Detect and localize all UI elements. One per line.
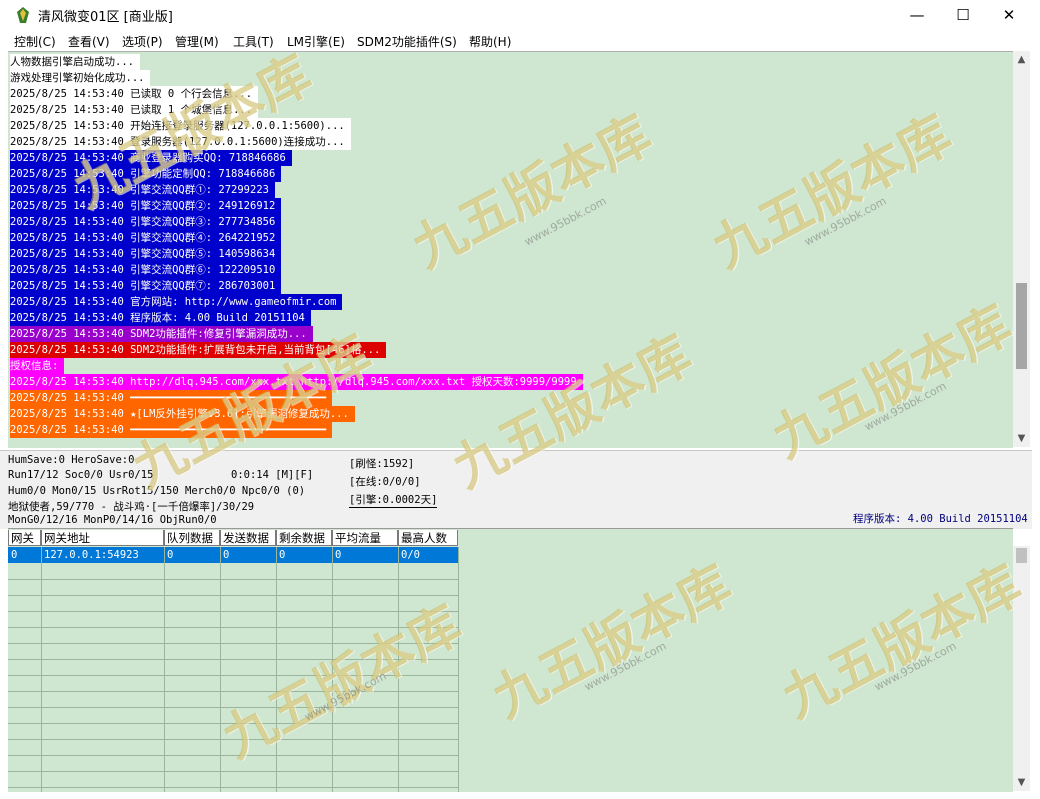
menu-control[interactable]: 控制(C): [14, 33, 56, 50]
grid-line: [8, 579, 458, 580]
log-line: 2025/8/25 14:53:40 ━━━━━━━━━━━━━━━━━━━━━…: [10, 390, 333, 406]
status-online: [在线:0/0/0]: [349, 476, 421, 488]
maximize-button[interactable]: ☐: [940, 0, 986, 30]
scroll-up-arrow-icon[interactable]: ▲: [1013, 51, 1030, 68]
log-line: 2025/8/25 14:53:40 ★[LM反外挂引擎v3.6]:引擎漏洞修复…: [10, 406, 355, 422]
status-map: 地狱使者,59/770 - 战斗鸡·[一千倍爆率]/30/29: [8, 501, 255, 513]
grid-line: [276, 547, 277, 792]
log-line: 2025/8/25 14:53:40 官方网站: http://www.game…: [10, 294, 343, 310]
grid-line: [458, 547, 459, 792]
grid-line: [164, 547, 165, 792]
window-title: 清风微变01区 [商业版]: [38, 10, 173, 25]
status-panel: HumSave:0 HeroSave:0 Run17/12 Soc0/0 Usr…: [0, 450, 1032, 529]
grid-header-remaining[interactable]: 剩余数据: [276, 530, 332, 546]
grid-line: [8, 707, 458, 708]
grid-line: [41, 547, 42, 792]
grid-cell-queue: 0: [167, 549, 174, 561]
menu-view[interactable]: 查看(V): [68, 33, 110, 50]
grid-cell-avg-traffic: 0: [335, 549, 342, 561]
grid-cell-address: 127.0.0.1:54923: [44, 549, 139, 561]
grid-line: [8, 755, 458, 756]
menu-tools[interactable]: 工具(T): [233, 33, 274, 50]
log-line: 2025/8/25 14:53:40 引擎交流QQ群⑦: 286703001: [10, 278, 282, 294]
grid-line: [398, 547, 399, 792]
grid-header-queue[interactable]: 队列数据: [164, 530, 220, 546]
scroll-down-arrow-icon[interactable]: ▼: [1013, 430, 1030, 447]
app-icon: [17, 7, 29, 23]
status-run: Run17/12 Soc0/0 Usr0/15: [8, 469, 154, 481]
log-line: 2025/8/25 14:53:40 SDM2功能插件:修复引擎漏洞成功...: [10, 326, 313, 342]
grid-scroll-thumb[interactable]: [1016, 548, 1027, 563]
grid-cell-sent: 0: [223, 549, 230, 561]
log-line: 2025/8/25 14:53:40 程序版本: 4.00 Build 2015…: [10, 310, 311, 326]
log-line: 2025/8/25 14:53:40 引擎交流QQ群④: 264221952: [10, 230, 282, 246]
menu-bar: 控制(C) 查看(V) 选项(P) 管理(M) 工具(T) LM引擎(E) SD…: [0, 30, 1040, 51]
grid-line: [8, 787, 458, 788]
grid-cell-gateway: 0: [11, 549, 18, 561]
log-line: 2025/8/25 14:53:40 引擎交流QQ群①: 27299223: [10, 182, 275, 198]
log-line: 人物数据引擎启动成功...: [10, 54, 140, 70]
log-line: 2025/8/25 14:53:40 登录服务器(127.0.0.1:5600)…: [10, 134, 351, 150]
grid-line: [8, 659, 458, 660]
log-line: 2025/8/25 14:53:40 引擎交流QQ群②: 249126912: [10, 198, 282, 214]
status-uptime: 0:0:14 [M][F]: [231, 469, 314, 481]
log-line: 2025/8/25 14:53:40 开始连接登录服务器(127.0.0.1:5…: [10, 118, 351, 134]
log-line: 2025/8/25 14:53:40 商业登录器购买QQ: 718846686: [10, 150, 292, 166]
status-save: HumSave:0 HeroSave:0: [8, 454, 135, 466]
log-line: 游戏处理引擎初始化成功...: [10, 70, 151, 86]
log-line: 2025/8/25 14:53:40 引擎交流QQ群③: 277734856: [10, 214, 282, 230]
status-mon: MonG0/12/16 MonP0/14/16 ObjRun0/0: [8, 514, 217, 526]
grid-line: [8, 643, 458, 644]
grid-line: [8, 627, 458, 628]
grid-header-avg-traffic[interactable]: 平均流量: [332, 530, 398, 546]
log-line: 2025/8/25 14:53:40 引擎交流QQ群⑥: 122209510: [10, 262, 282, 278]
log-line: 2025/8/25 14:53:40 已读取 1 个城堡信息...: [10, 102, 259, 118]
log-line: 授权信息:: [10, 358, 65, 374]
grid-line: [8, 675, 458, 676]
scroll-down-arrow-icon[interactable]: ▼: [1013, 774, 1030, 791]
grid-header-max-users[interactable]: 最高人数: [398, 530, 458, 546]
grid-header-gateway[interactable]: 网关: [8, 530, 41, 546]
minimize-button[interactable]: —: [894, 0, 940, 30]
status-hum: Hum0/0 Mon0/15 UsrRot15/150 Merch0/0 Npc…: [8, 485, 306, 497]
close-button[interactable]: ✕: [986, 0, 1032, 30]
grid-line: [220, 547, 221, 792]
grid-cell-max-users: 0/0: [401, 549, 420, 561]
grid-header-sent[interactable]: 发送数据: [220, 530, 276, 546]
grid-line: [332, 547, 333, 792]
grid-header-address[interactable]: 网关地址: [41, 530, 164, 546]
log-line: 2025/8/25 14:53:40 引擎功能定制QQ: 718846686: [10, 166, 282, 182]
grid-line: [8, 739, 458, 740]
grid-line: [8, 691, 458, 692]
grid-line: [8, 771, 458, 772]
log-line: 2025/8/25 14:53:40 引擎交流QQ群⑤: 140598634: [10, 246, 282, 262]
status-engine: [引擎:0.0002天]: [349, 494, 438, 508]
menu-help[interactable]: 帮助(H): [469, 33, 511, 50]
log-line: 2025/8/25 14:53:40 ━━━━━━━━━━━━━━━━━━━━━…: [10, 422, 333, 438]
log-line: 2025/8/25 14:53:40 SDM2功能插件:扩展背包未开启,当前背包…: [10, 342, 387, 358]
log-line: 2025/8/25 14:53:40 已读取 0 个行会信息...: [10, 86, 259, 102]
log-scroll-thumb[interactable]: [1016, 283, 1027, 369]
menu-manage[interactable]: 管理(M): [175, 33, 219, 50]
menu-lm-engine[interactable]: LM引擎(E): [287, 33, 345, 50]
menu-options[interactable]: 选项(P): [122, 33, 163, 50]
log-line: 2025/8/25 14:53:40 http://dlq.945.com/xx…: [10, 374, 583, 390]
version-label: 程序版本: 4.00 Build 20151104: [853, 513, 1028, 525]
grid-cell-remaining: 0: [279, 549, 286, 561]
title-bar[interactable]: 清风微变01区 [商业版] — ☐ ✕: [0, 0, 1040, 30]
grid-line: [8, 723, 458, 724]
gateway-grid[interactable]: 网关 网关地址 队列数据 发送数据 剩余数据 平均流量 最高人数 0 127.0…: [8, 528, 1013, 792]
log-panel[interactable]: 人物数据引擎启动成功... 游戏处理引擎初始化成功... 2025/8/25 1…: [8, 51, 1013, 448]
log-scrollbar[interactable]: ▲ ▼: [1013, 51, 1030, 447]
status-refresh: [刷怪:1592]: [349, 458, 415, 470]
menu-sdm2-plugin[interactable]: SDM2功能插件(S): [357, 33, 457, 50]
grid-line: [8, 595, 458, 596]
grid-scrollbar[interactable]: ▲ ▼: [1013, 546, 1030, 791]
grid-line: [8, 611, 458, 612]
